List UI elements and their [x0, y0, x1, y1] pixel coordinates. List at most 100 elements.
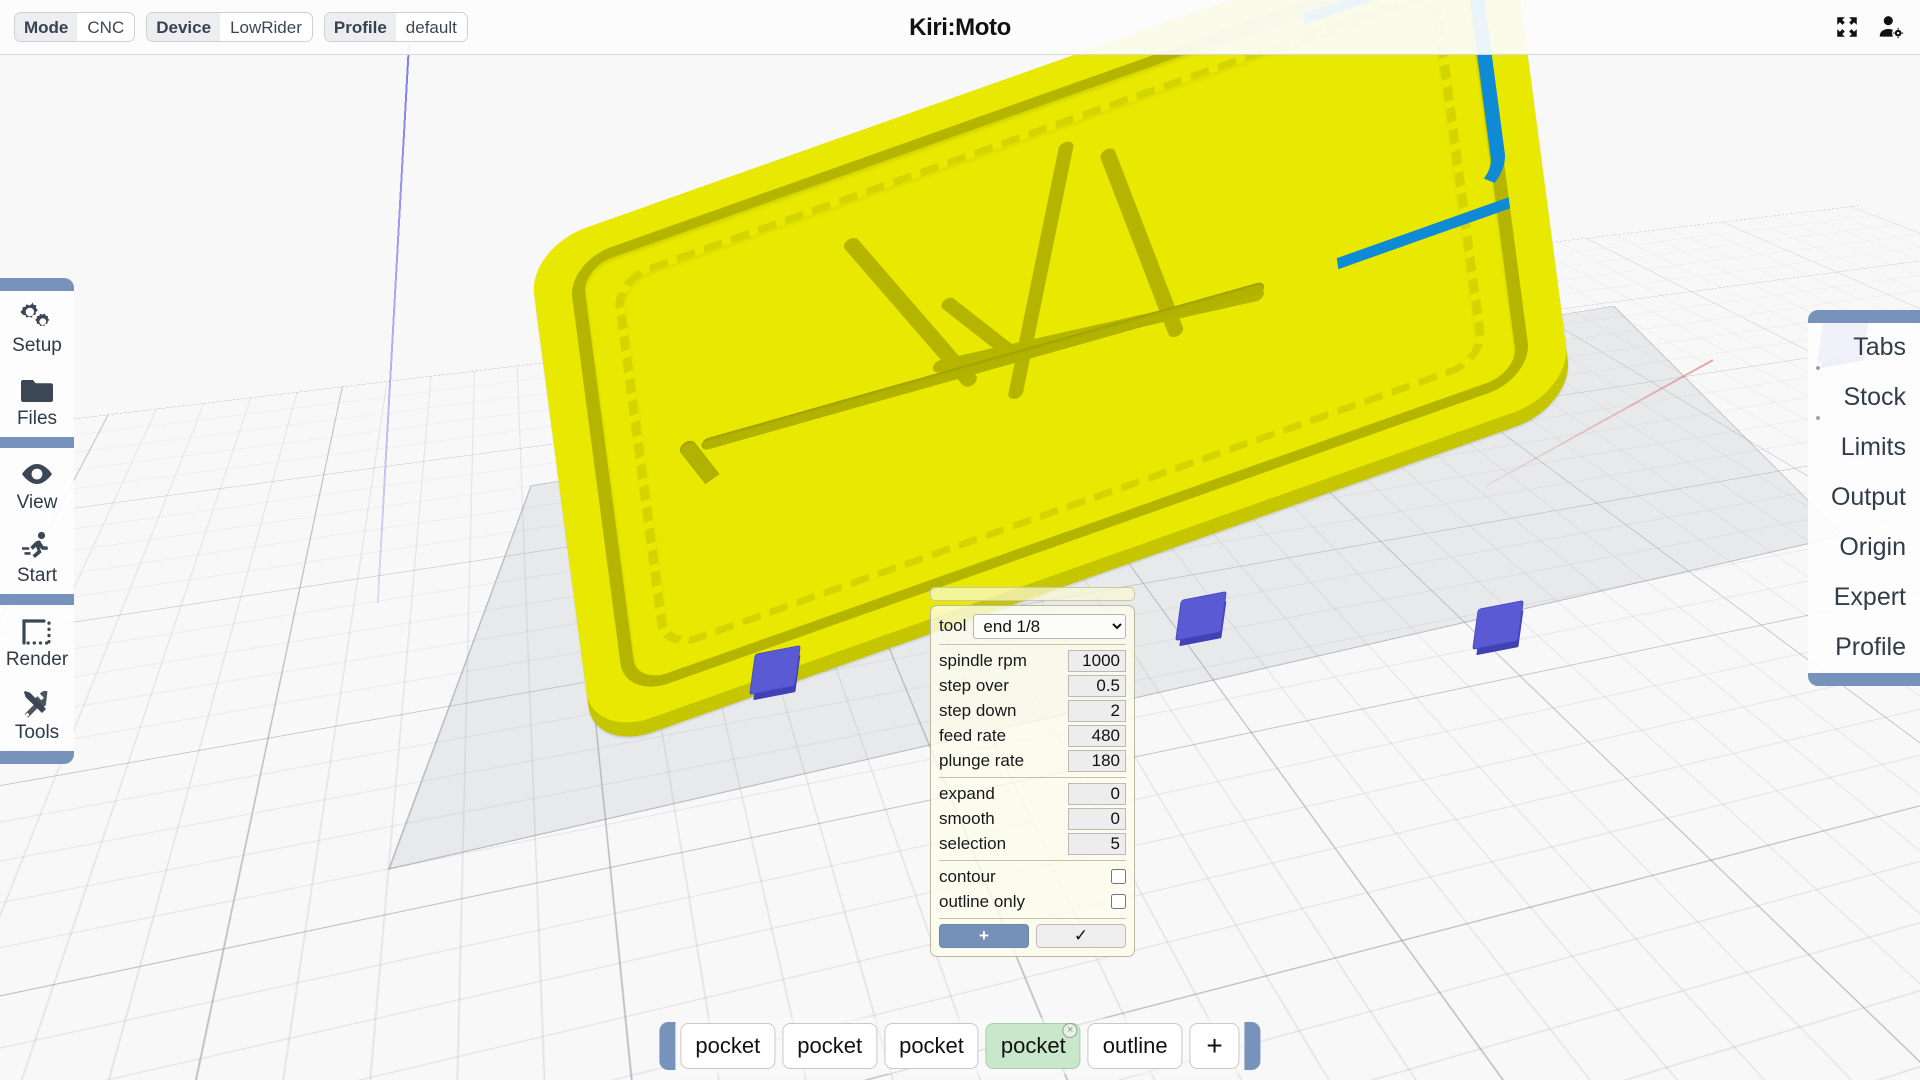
operation-tab-3[interactable]: pocket: [884, 1023, 979, 1069]
sidebar-item-label-profile: Profile: [1835, 633, 1906, 661]
header-actions: [1834, 14, 1904, 40]
device-selector[interactable]: Device LowRider: [146, 12, 313, 42]
render-corner-icon: [19, 614, 55, 648]
sidebar-item-render[interactable]: Render: [0, 605, 74, 678]
tools-icon: [19, 687, 55, 721]
step-down-input[interactable]: [1068, 699, 1126, 722]
folder-icon: [19, 373, 55, 407]
feed-rate-label: feed rate: [939, 725, 1007, 745]
device-value-label: LowRider: [220, 13, 312, 41]
checkbox-contour-row: contour: [939, 864, 1126, 889]
close-icon[interactable]: ×: [1062, 1023, 1078, 1038]
outline-only-label: outline only: [939, 891, 1026, 911]
smooth-label: smooth: [939, 808, 995, 828]
popup-drag-handle[interactable]: [930, 587, 1135, 601]
smooth-input[interactable]: [1068, 807, 1126, 830]
sidebar-item-limits[interactable]: Limits: [1808, 423, 1920, 473]
sidebar-item-start[interactable]: Start: [0, 521, 74, 594]
operations-bar-cap-left: [659, 1022, 676, 1070]
add-operation-tab-button[interactable]: +: [1189, 1023, 1240, 1069]
sidebar-item-label-files: Files: [16, 408, 58, 429]
sidebar-cap-top: [0, 278, 74, 291]
profile-selector[interactable]: Profile default: [323, 12, 468, 42]
operation-tab-1[interactable]: pocket: [680, 1023, 776, 1069]
sidebar-item-label-limits: Limits: [1840, 433, 1906, 461]
operations-tab-list: pocket pocket pocket pocket × outline +: [675, 1018, 1245, 1074]
plunge-rate-label: plunge rate: [939, 750, 1025, 770]
right-sidebar-cap-top: [1808, 310, 1920, 323]
popup-button-row: + ✓: [939, 924, 1126, 948]
popup-divider-1: [939, 644, 1126, 645]
sidebar-item-label-stock: Stock: [1843, 383, 1906, 411]
operations-bar-cap-right: [1244, 1022, 1261, 1070]
sidebar-item-files[interactable]: Files: [0, 364, 74, 437]
outline-only-checkbox[interactable]: [1111, 894, 1126, 909]
sidebar-item-tabs[interactable]: Tabs: [1808, 323, 1920, 373]
user-settings-icon[interactable]: [1878, 14, 1904, 40]
sidebar-item-label-output: Output: [1830, 483, 1906, 511]
sidebar-divider-1: [0, 437, 74, 448]
mode-selector[interactable]: Mode CNC: [14, 12, 136, 42]
sidebar-item-output[interactable]: Output: [1808, 473, 1920, 523]
feed-rate-input[interactable]: [1068, 724, 1126, 747]
sidebar-item-view[interactable]: View: [0, 448, 74, 521]
plunge-rate-input[interactable]: [1068, 749, 1126, 772]
right-sidebar-cap-bottom: [1808, 673, 1920, 686]
spindle-rpm-label: spindle rpm: [939, 650, 1027, 670]
operation-tab-label-3: pocket: [899, 1033, 964, 1058]
mode-key-label: Mode: [15, 13, 78, 41]
selection-input[interactable]: [1068, 832, 1126, 855]
sidebar-divider-2: [0, 594, 74, 605]
step-over-input[interactable]: [1068, 674, 1126, 697]
selection-label: selection: [939, 833, 1007, 853]
sidebar-item-label-view: View: [16, 492, 58, 513]
sidebar-item-label-tools: Tools: [14, 722, 60, 743]
operation-tab-2[interactable]: pocket: [782, 1023, 878, 1069]
step-down-label: step down: [939, 700, 1017, 720]
top-header: Mode CNC Device LowRider Profile default…: [0, 0, 1920, 55]
tool-label: tool: [939, 616, 967, 635]
operation-tab-label-5: outline: [1102, 1033, 1168, 1058]
sidebar-item-stock[interactable]: Stock: [1808, 373, 1920, 423]
popup-body: tool end 1/8 spindle rpm step over step …: [930, 605, 1135, 957]
step-over-label: step over: [939, 675, 1009, 695]
operation-tab-5[interactable]: outline: [1087, 1023, 1183, 1069]
contour-label: contour: [939, 866, 996, 886]
contour-checkbox[interactable]: [1111, 869, 1126, 884]
sidebar-item-label-setup: Setup: [12, 335, 62, 356]
profile-value-label: default: [395, 13, 467, 41]
gears-icon: [19, 300, 55, 334]
confirm-button[interactable]: ✓: [1036, 924, 1126, 948]
device-key-label: Device: [147, 13, 221, 41]
sidebar-item-profile[interactable]: Profile: [1808, 623, 1920, 673]
operations-bar: pocket pocket pocket pocket × outline +: [659, 1018, 1261, 1074]
field-selection: selection: [939, 831, 1126, 856]
sidebar-item-label-tabs: Tabs: [1853, 333, 1906, 361]
sidebar-cap-bottom: [0, 751, 74, 764]
field-step-down: step down: [939, 698, 1126, 723]
runner-icon: [19, 530, 55, 564]
kirimoto-app: Mode CNC Device LowRider Profile default…: [0, 0, 1920, 1080]
field-feed-rate: feed rate: [939, 723, 1126, 748]
field-plunge-rate: plunge rate: [939, 748, 1126, 773]
mode-value-label: CNC: [77, 13, 135, 41]
popup-divider-3: [939, 860, 1126, 861]
tool-select[interactable]: end 1/8: [973, 613, 1126, 639]
popup-divider-4: [939, 918, 1126, 919]
operation-settings-popup: tool end 1/8 spindle rpm step over step …: [930, 587, 1135, 957]
profile-key-label: Profile: [324, 13, 396, 41]
expand-input[interactable]: [1068, 782, 1126, 805]
operation-tab-4-selected[interactable]: pocket ×: [985, 1023, 1081, 1069]
sidebar-item-origin[interactable]: Origin: [1808, 523, 1920, 573]
sidebar-item-tools[interactable]: Tools: [0, 678, 74, 751]
expand-icon[interactable]: [1834, 14, 1860, 40]
add-operation-button[interactable]: +: [939, 924, 1029, 948]
sidebar-item-expert[interactable]: Expert: [1808, 573, 1920, 623]
sidebar-item-setup[interactable]: Setup: [0, 291, 74, 364]
spindle-rpm-input[interactable]: [1068, 649, 1126, 672]
operation-tab-label-4: pocket: [1000, 1033, 1066, 1058]
sidebar-item-label-render: Render: [5, 649, 69, 670]
eye-icon: [19, 457, 55, 491]
right-sidebar: Tabs Stock Limits Output Origin Expert P…: [1808, 310, 1920, 686]
plus-icon: +: [1206, 1030, 1223, 1061]
